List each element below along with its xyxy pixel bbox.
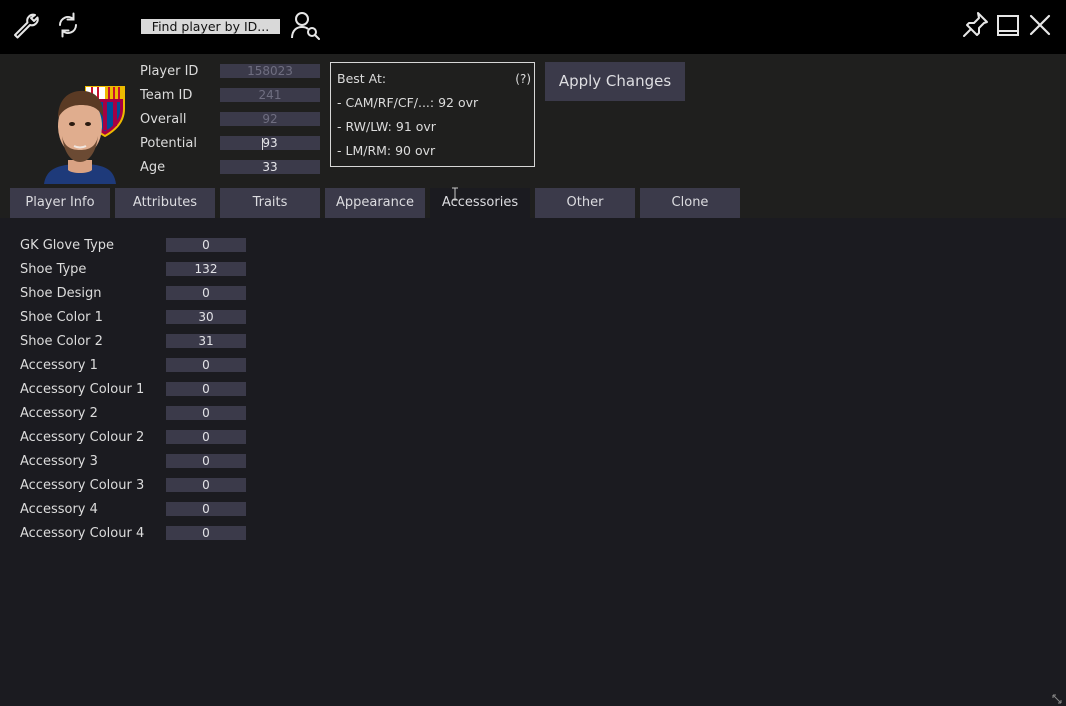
gk-glove-type-label: GK Glove Type bbox=[20, 238, 115, 253]
tab-traits[interactable]: Traits bbox=[220, 188, 320, 218]
user-search-icon[interactable] bbox=[290, 9, 320, 41]
player-id-field[interactable]: 158023 bbox=[220, 64, 320, 78]
overall-field[interactable]: 92 bbox=[220, 112, 320, 126]
shoe-color-1-field[interactable]: 30 bbox=[166, 310, 246, 324]
age-label: Age bbox=[140, 160, 166, 175]
accessory-colour-3-label: Accessory Colour 3 bbox=[20, 478, 145, 493]
wrench-icon[interactable] bbox=[11, 9, 41, 41]
best-at-title: Best At: bbox=[337, 71, 387, 86]
accessory-4-label: Accessory 4 bbox=[20, 502, 98, 517]
shoe-color-2-field[interactable]: 31 bbox=[166, 334, 246, 348]
apply-changes-button[interactable]: Apply Changes bbox=[545, 62, 685, 101]
player-id-label: Player ID bbox=[140, 64, 199, 79]
shoe-design-field[interactable]: 0 bbox=[166, 286, 246, 300]
accessory-colour-3-field[interactable]: 0 bbox=[166, 478, 246, 492]
team-id-label: Team ID bbox=[140, 88, 193, 103]
accessory-colour-4-field[interactable]: 0 bbox=[166, 526, 246, 540]
tab-attributes[interactable]: Attributes bbox=[115, 188, 215, 218]
shoe-design-label: Shoe Design bbox=[20, 286, 102, 301]
shoe-type-field[interactable]: 132 bbox=[166, 262, 246, 276]
help-icon[interactable]: (?) bbox=[515, 72, 531, 86]
best-at-line: - CAM/RF/CF/...: 92 ovr bbox=[337, 95, 479, 110]
accessory-4-field[interactable]: 0 bbox=[166, 502, 246, 516]
age-field[interactable]: 33 bbox=[220, 160, 320, 174]
text-cursor-icon bbox=[452, 187, 458, 201]
gk-glove-type-field[interactable]: 0 bbox=[166, 238, 246, 252]
pin-icon[interactable] bbox=[961, 9, 991, 41]
tab-appearance[interactable]: Appearance bbox=[325, 188, 425, 218]
best-at-line: - RW/LW: 91 ovr bbox=[337, 119, 436, 134]
accessory-1-field[interactable]: 0 bbox=[166, 358, 246, 372]
best-at-panel: Best At: (?) - CAM/RF/CF/...: 92 ovr - R… bbox=[330, 62, 535, 167]
shoe-color-2-label: Shoe Color 2 bbox=[20, 334, 103, 349]
potential-label: Potential bbox=[140, 136, 197, 151]
accessory-colour-1-label: Accessory Colour 1 bbox=[20, 382, 145, 397]
accessory-2-field[interactable]: 0 bbox=[166, 406, 246, 420]
tab-player-info[interactable]: Player Info bbox=[10, 188, 110, 218]
accessory-3-label: Accessory 3 bbox=[20, 454, 98, 469]
refresh-icon[interactable] bbox=[53, 9, 83, 41]
close-icon[interactable] bbox=[1025, 9, 1055, 41]
potential-field[interactable]: 93 bbox=[220, 136, 320, 150]
tab-clone[interactable]: Clone bbox=[640, 188, 740, 218]
accessory-colour-4-label: Accessory Colour 4 bbox=[20, 526, 145, 541]
accessory-colour-2-field[interactable]: 0 bbox=[166, 430, 246, 444]
resize-grip-icon[interactable] bbox=[1052, 694, 1062, 704]
find-player-button[interactable]: Find player by ID... bbox=[141, 19, 280, 34]
accessory-colour-1-field[interactable]: 0 bbox=[166, 382, 246, 396]
accessory-colour-2-label: Accessory Colour 2 bbox=[20, 430, 145, 445]
shoe-type-label: Shoe Type bbox=[20, 262, 87, 277]
minimize-icon[interactable] bbox=[993, 9, 1023, 41]
player-portrait bbox=[32, 84, 130, 184]
tab-other[interactable]: Other bbox=[535, 188, 635, 218]
team-id-field[interactable]: 241 bbox=[220, 88, 320, 102]
accessory-1-label: Accessory 1 bbox=[20, 358, 98, 373]
accessory-2-label: Accessory 2 bbox=[20, 406, 98, 421]
accessory-3-field[interactable]: 0 bbox=[166, 454, 246, 468]
shoe-color-1-label: Shoe Color 1 bbox=[20, 310, 103, 325]
best-at-line: - LM/RM: 90 ovr bbox=[337, 143, 436, 158]
overall-label: Overall bbox=[140, 112, 187, 127]
tab-accessories[interactable]: Accessories bbox=[430, 188, 530, 218]
top-toolbar: Find player by ID... bbox=[0, 0, 1066, 54]
text-caret bbox=[262, 138, 263, 150]
